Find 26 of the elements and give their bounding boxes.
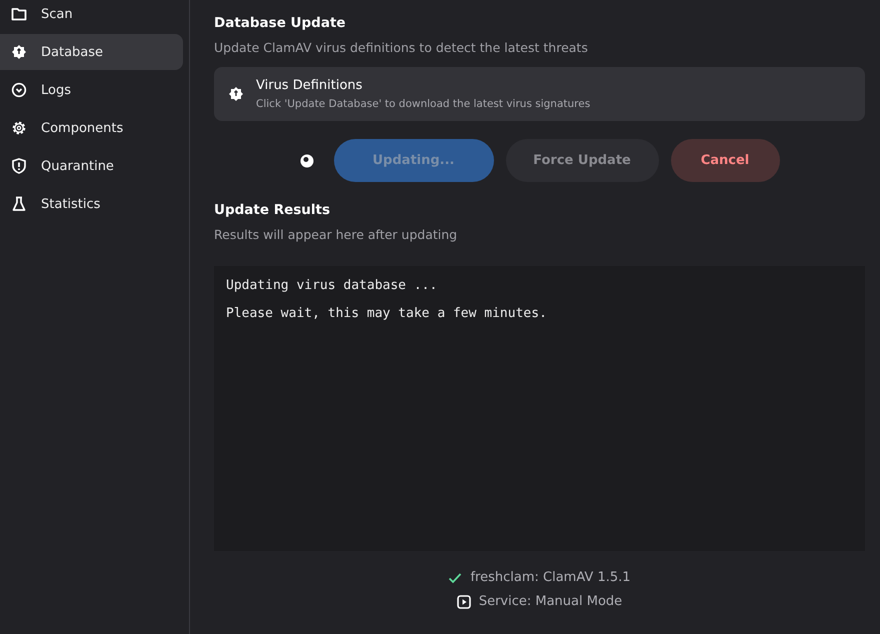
status-text: freshclam: ClamAV 1.5.1 bbox=[470, 570, 631, 585]
section-title: Update Results bbox=[214, 202, 332, 218]
sidebar-item[interactable]: Statistics bbox=[0, 186, 183, 222]
card-title: Virus Definitions bbox=[256, 78, 364, 93]
badge-icon bbox=[11, 44, 27, 60]
section-subtitle: Results will appear here after updating bbox=[214, 227, 458, 242]
sidebar-item[interactable]: Quarantine bbox=[0, 148, 183, 184]
sidebar-item[interactable]: Database bbox=[0, 34, 183, 70]
folder-icon bbox=[11, 6, 27, 22]
check-icon bbox=[448, 570, 462, 584]
sidebar-item[interactable]: Scan bbox=[0, 0, 183, 32]
play-icon bbox=[456, 594, 471, 608]
badge-icon bbox=[228, 86, 244, 102]
flask-icon bbox=[11, 196, 27, 212]
output-line: Updating virus database ... bbox=[226, 278, 438, 293]
sidebar-item[interactable]: Components bbox=[0, 110, 183, 146]
page-subtitle: Update ClamAV virus definitions to detect the latest threats bbox=[214, 40, 589, 55]
cancel-button[interactable]: Cancel bbox=[670, 139, 780, 182]
gear-icon bbox=[11, 120, 27, 136]
sidebar-item[interactable]: Logs bbox=[0, 72, 183, 108]
card-description: Click 'Update Database' to download the latest virus signatures bbox=[256, 98, 590, 110]
status-text: Service: Manual Mode bbox=[478, 594, 622, 609]
shield-icon bbox=[11, 158, 27, 174]
page-title: Database Update bbox=[214, 15, 347, 31]
clock-icon bbox=[11, 82, 27, 98]
output-line: Please wait, this may take a few minutes. bbox=[226, 306, 548, 321]
